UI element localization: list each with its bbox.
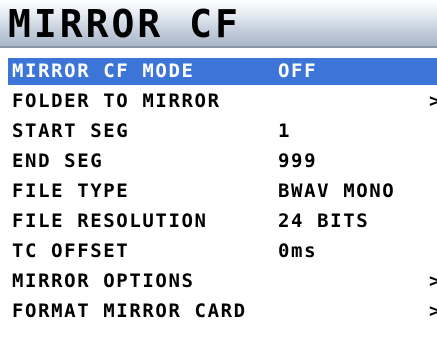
menu-item-value: 1 bbox=[278, 120, 292, 142]
menu-item-mirror-options[interactable]: MIRROR OPTIONS > bbox=[12, 268, 437, 295]
menu-item-label: FORMAT MIRROR CARD bbox=[12, 300, 247, 322]
menu-item-value: 24 BITS bbox=[278, 210, 370, 232]
device-screen: MIRROR CF MIRROR CF MODE OFF FOLDER TO M… bbox=[0, 0, 437, 352]
settings-menu: MIRROR CF MODE OFF FOLDER TO MIRROR > ST… bbox=[8, 58, 437, 328]
menu-item-label: END SEG bbox=[12, 150, 104, 172]
menu-item-label: FOLDER TO MIRROR bbox=[12, 90, 221, 112]
menu-item-label: TC OFFSET bbox=[12, 240, 130, 262]
menu-item-format-mirror-card[interactable]: FORMAT MIRROR CARD > bbox=[12, 298, 437, 325]
menu-item-tc-offset[interactable]: TC OFFSET 0ms bbox=[12, 238, 437, 265]
menu-item-file-type[interactable]: FILE TYPE BWAV MONO bbox=[12, 178, 437, 205]
menu-item-value: 0ms bbox=[278, 240, 318, 262]
menu-item-mirror-cf-mode[interactable]: MIRROR CF MODE OFF bbox=[8, 58, 437, 85]
menu-item-value: BWAV MONO bbox=[278, 180, 396, 202]
menu-item-file-resolution[interactable]: FILE RESOLUTION 24 BITS bbox=[12, 208, 437, 235]
menu-item-value: 999 bbox=[278, 150, 318, 172]
menu-item-label: MIRROR CF MODE bbox=[12, 60, 195, 82]
page-title: MIRROR CF bbox=[8, 2, 241, 46]
menu-item-label: FILE RESOLUTION bbox=[12, 210, 208, 232]
menu-item-start-seg[interactable]: START SEG 1 bbox=[12, 118, 437, 145]
chevron-right-icon: > bbox=[429, 270, 437, 292]
menu-item-label: FILE TYPE bbox=[12, 180, 130, 202]
chevron-right-icon: > bbox=[429, 300, 437, 322]
menu-item-value: OFF bbox=[278, 60, 318, 82]
menu-item-folder-to-mirror[interactable]: FOLDER TO MIRROR > bbox=[12, 88, 437, 115]
menu-item-label: MIRROR OPTIONS bbox=[12, 270, 195, 292]
menu-item-end-seg[interactable]: END SEG 999 bbox=[12, 148, 437, 175]
chevron-right-icon: > bbox=[429, 90, 437, 112]
title-bar: MIRROR CF bbox=[0, 0, 437, 48]
menu-item-label: START SEG bbox=[12, 120, 130, 142]
